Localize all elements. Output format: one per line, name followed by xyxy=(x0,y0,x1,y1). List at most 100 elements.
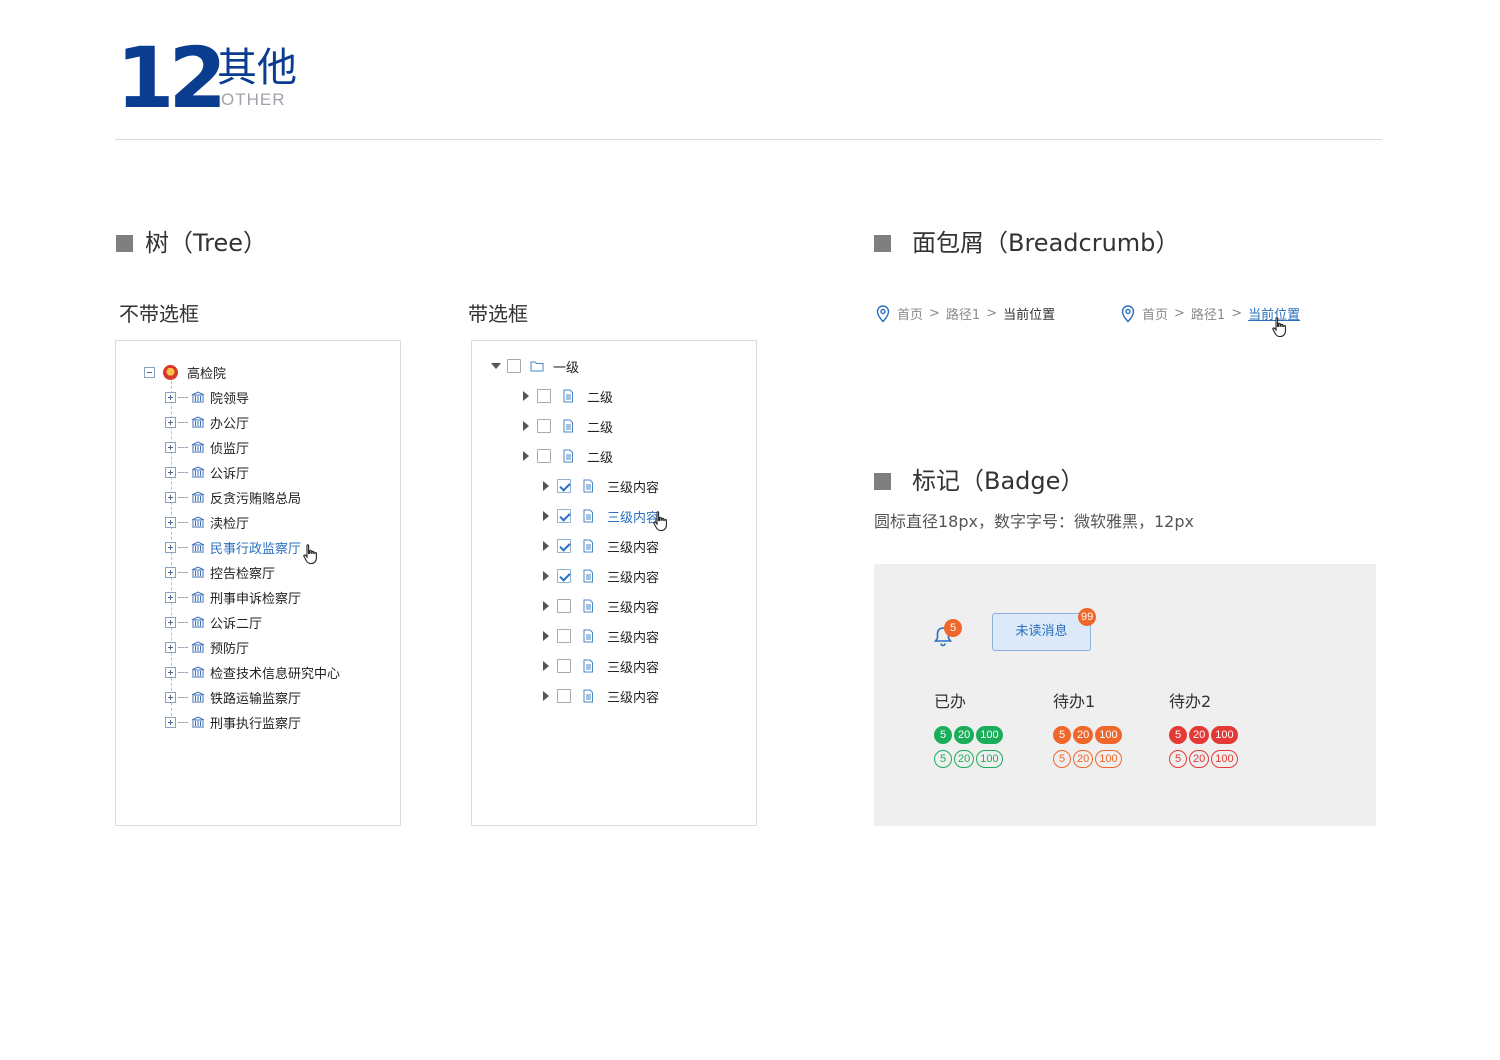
expand-icon[interactable] xyxy=(165,466,176,478)
caret-right-icon[interactable] xyxy=(523,451,529,461)
breadcrumb-home-link[interactable]: 首页 xyxy=(897,304,923,323)
level2-node[interactable]: 二级 xyxy=(523,386,613,406)
tree-node[interactable]: 公诉厅 xyxy=(165,462,249,482)
node-checkbox[interactable] xyxy=(537,449,551,463)
tree-node[interactable]: 办公厅 xyxy=(165,412,249,432)
document-icon xyxy=(583,509,593,523)
caret-right-icon[interactable] xyxy=(523,391,529,401)
caret-right-icon[interactable] xyxy=(543,601,549,611)
institution-icon xyxy=(191,491,205,503)
caret-right-icon[interactable] xyxy=(543,511,549,521)
root-checkbox[interactable] xyxy=(507,359,521,373)
breadcrumb-home-link[interactable]: 首页 xyxy=(1142,304,1168,323)
tree-node[interactable]: 民事行政监察厅 xyxy=(165,537,301,557)
caret-right-icon[interactable] xyxy=(543,631,549,641)
node-checkbox[interactable] xyxy=(537,419,551,433)
expand-icon[interactable] xyxy=(165,616,176,628)
count-badge: 20 xyxy=(1189,726,1210,744)
caret-right-icon[interactable] xyxy=(543,661,549,671)
expand-icon[interactable] xyxy=(165,416,176,428)
caret-right-icon[interactable] xyxy=(543,541,549,551)
tree-node[interactable]: 公诉二厅 xyxy=(165,612,262,632)
unread-messages-button[interactable]: 未读消息 xyxy=(992,613,1091,651)
level3-node[interactable]: 三级内容 xyxy=(543,506,659,526)
hand-cursor-icon xyxy=(303,544,317,565)
expand-icon[interactable] xyxy=(165,591,176,603)
node-checkbox[interactable] xyxy=(557,479,571,493)
expand-icon[interactable] xyxy=(165,441,176,453)
tree-node-label: 铁路运输监察厅 xyxy=(210,691,302,707)
expand-icon[interactable] xyxy=(165,566,176,578)
institution-icon xyxy=(191,716,205,728)
level3-node[interactable]: 三级内容 xyxy=(543,686,659,706)
expand-icon[interactable] xyxy=(165,716,176,728)
level3-node[interactable]: 三级内容 xyxy=(543,656,659,676)
checkbox-tree-root[interactable]: 一级 xyxy=(491,356,579,376)
node-label: 二级 xyxy=(587,420,614,436)
node-checkbox[interactable] xyxy=(557,659,571,673)
tree-node-label: 院领导 xyxy=(210,391,250,407)
tree-section-title: 树（Tree） xyxy=(116,228,267,258)
node-checkbox[interactable] xyxy=(557,689,571,703)
node-checkbox[interactable] xyxy=(557,509,571,523)
hand-cursor-icon xyxy=(653,511,667,532)
breadcrumb-current[interactable]: 当前位置 xyxy=(1003,304,1055,323)
page-title: 其他 xyxy=(217,45,297,91)
level3-node[interactable]: 三级内容 xyxy=(543,566,659,586)
caret-right-icon[interactable] xyxy=(543,571,549,581)
document-icon xyxy=(563,449,573,463)
node-checkbox[interactable] xyxy=(537,389,551,403)
tree-node[interactable]: 刑事执行监察厅 xyxy=(165,712,301,732)
node-checkbox[interactable] xyxy=(557,569,571,583)
badge-group-label: 待办1 xyxy=(1053,692,1096,711)
caret-right-icon[interactable] xyxy=(523,421,529,431)
expand-icon[interactable] xyxy=(165,491,176,503)
tree-node-label: 办公厅 xyxy=(210,416,250,432)
breadcrumb-path-link[interactable]: 路径1 xyxy=(1191,304,1225,323)
folder-icon xyxy=(530,361,544,372)
node-checkbox[interactable] xyxy=(557,629,571,643)
tree-node[interactable]: 院领导 xyxy=(165,387,249,407)
expand-icon[interactable] xyxy=(165,391,176,403)
tree-node[interactable]: 侦监厅 xyxy=(165,437,249,457)
collapse-icon[interactable] xyxy=(144,366,155,378)
tree-connector xyxy=(178,596,188,598)
breadcrumb-path-link[interactable]: 路径1 xyxy=(946,304,980,323)
level3-node[interactable]: 三级内容 xyxy=(543,626,659,646)
tree-connector xyxy=(178,646,188,648)
expand-icon[interactable] xyxy=(165,666,176,678)
tree-node[interactable]: 铁路运输监察厅 xyxy=(165,687,301,707)
breadcrumb-separator: > xyxy=(1231,306,1243,321)
node-checkbox[interactable] xyxy=(557,539,571,553)
tree-node[interactable]: 反贪污贿赂总局 xyxy=(165,487,301,507)
tree-node[interactable]: 刑事申诉检察厅 xyxy=(165,587,301,607)
tree-node[interactable]: 预防厅 xyxy=(165,637,249,657)
root-label: 一级 xyxy=(553,360,580,376)
level3-node[interactable]: 三级内容 xyxy=(543,476,659,496)
tree-root-label: 高检院 xyxy=(187,366,227,382)
breadcrumb-separator: > xyxy=(1174,306,1185,321)
tree-root-node[interactable]: 高检院 xyxy=(144,362,226,382)
node-label: 三级内容 xyxy=(607,570,660,586)
level2-node[interactable]: 二级 xyxy=(523,416,613,436)
count-badge: 100 xyxy=(976,726,1003,744)
node-label: 二级 xyxy=(587,390,614,406)
tree-node-label: 控告检察厅 xyxy=(210,566,276,582)
level3-node[interactable]: 三级内容 xyxy=(543,536,659,556)
caret-right-icon[interactable] xyxy=(543,481,549,491)
expand-icon[interactable] xyxy=(165,641,176,653)
caret-down-icon[interactable] xyxy=(491,363,501,369)
tree-node-label: 预防厅 xyxy=(210,641,250,657)
level3-node[interactable]: 三级内容 xyxy=(543,596,659,616)
badge-row-filled: 5 20 100 xyxy=(934,726,1003,744)
expand-icon[interactable] xyxy=(165,516,176,528)
node-checkbox[interactable] xyxy=(557,599,571,613)
level2-node[interactable]: 二级 xyxy=(523,446,613,466)
tree-node[interactable]: 检查技术信息研究中心 xyxy=(165,662,340,682)
expand-icon[interactable] xyxy=(165,691,176,703)
tree-node[interactable]: 渎检厅 xyxy=(165,512,249,532)
badge-group-label: 待办2 xyxy=(1169,692,1212,711)
tree-node[interactable]: 控告检察厅 xyxy=(165,562,275,582)
expand-icon[interactable] xyxy=(165,541,176,553)
caret-right-icon[interactable] xyxy=(543,691,549,701)
